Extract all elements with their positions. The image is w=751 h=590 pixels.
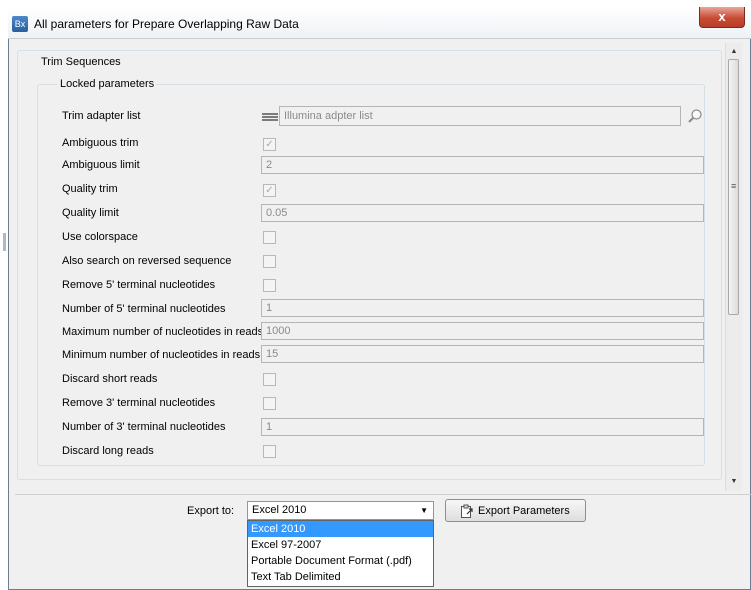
use-colorspace-checkbox[interactable]	[263, 231, 276, 244]
max-nucleotides-label: Maximum number of nucleotides in reads	[62, 326, 264, 338]
window-edge-marker	[3, 233, 6, 251]
number-5-terminal-field[interactable]: 1	[261, 299, 704, 317]
dropdown-option-excel-2010[interactable]: Excel 2010	[248, 521, 433, 537]
quality-trim-label: Quality trim	[62, 183, 118, 195]
ambiguous-trim-label: Ambiguous trim	[62, 137, 139, 149]
remove-5-terminal-label: Remove 5' terminal nucleotides	[62, 279, 216, 291]
number-3-terminal-label: Number of 3' terminal nucleotides	[62, 421, 226, 433]
remove-3-terminal-checkbox[interactable]	[263, 397, 276, 410]
browse-search-icon[interactable]	[687, 108, 703, 124]
close-button[interactable]: x	[699, 7, 745, 28]
bottom-divider	[15, 494, 751, 495]
use-colorspace-label: Use colorspace	[62, 231, 138, 243]
trim-adapter-list-label: Trim adapter list	[62, 110, 141, 122]
discard-short-reads-label: Discard short reads	[62, 373, 158, 385]
app-icon: Bx	[12, 16, 28, 32]
chevron-down-icon[interactable]: ▼	[420, 502, 428, 519]
remove-3-terminal-label: Remove 3' terminal nucleotides	[62, 397, 216, 409]
also-search-reversed-label: Also search on reversed sequence	[62, 255, 232, 267]
ambiguous-limit-field[interactable]: 2	[261, 156, 704, 174]
number-5-terminal-label: Number of 5' terminal nucleotides	[62, 303, 226, 315]
dropdown-option-text-tab-delimited[interactable]: Text Tab Delimited	[248, 569, 433, 585]
export-parameters-button[interactable]: Export Parameters	[445, 499, 586, 522]
scroll-down-arrow-icon[interactable]: ▼	[726, 475, 742, 489]
export-format-select[interactable]: Excel 2010 ▼	[247, 501, 434, 520]
also-search-reversed-checkbox[interactable]	[263, 255, 276, 268]
export-to-label: Export to:	[187, 505, 235, 517]
vertical-scrollbar[interactable]: ▲ ≡ ▼	[725, 43, 742, 491]
title-bar[interactable]: Bx All parameters for Prepare Overlappin…	[8, 7, 751, 39]
discard-short-reads-checkbox[interactable]	[263, 373, 276, 386]
scrollbar-grip-icon: ≡	[731, 181, 737, 191]
list-icon	[262, 113, 278, 123]
dropdown-option-pdf[interactable]: Portable Document Format (.pdf)	[248, 553, 433, 569]
ambiguous-limit-label: Ambiguous limit	[62, 159, 140, 171]
trim-adapter-list-field[interactable]: Illumina adpter list	[279, 106, 681, 126]
min-nucleotides-field[interactable]: 15	[261, 345, 704, 363]
scrollbar-thumb[interactable]: ≡	[728, 59, 739, 315]
export-format-selected: Excel 2010	[252, 504, 307, 516]
dropdown-option-excel-97-2007[interactable]: Excel 97-2007	[248, 537, 433, 553]
locked-parameters-title: Locked parameters	[57, 78, 158, 90]
trim-sequences-title: Trim Sequences	[38, 56, 124, 68]
remove-5-terminal-checkbox[interactable]	[263, 279, 276, 292]
export-format-dropdown[interactable]: Excel 2010 Excel 97-2007 Portable Docume…	[247, 520, 434, 587]
ambiguous-trim-checkbox[interactable]: ✓	[263, 138, 276, 151]
window-title: All parameters for Prepare Overlapping R…	[34, 17, 299, 31]
scroll-up-arrow-icon[interactable]: ▲	[726, 45, 742, 59]
number-3-terminal-field[interactable]: 1	[261, 418, 704, 436]
export-parameters-label: Export Parameters	[478, 505, 570, 517]
export-clipboard-icon	[461, 504, 473, 518]
max-nucleotides-field[interactable]: 1000	[261, 322, 704, 340]
discard-long-reads-checkbox[interactable]	[263, 445, 276, 458]
quality-limit-label: Quality limit	[62, 207, 119, 219]
quality-limit-field[interactable]: 0.05	[261, 204, 704, 222]
min-nucleotides-label: Minimum number of nucleotides in reads	[62, 349, 261, 361]
discard-long-reads-label: Discard long reads	[62, 445, 154, 457]
quality-trim-checkbox[interactable]: ✓	[263, 184, 276, 197]
